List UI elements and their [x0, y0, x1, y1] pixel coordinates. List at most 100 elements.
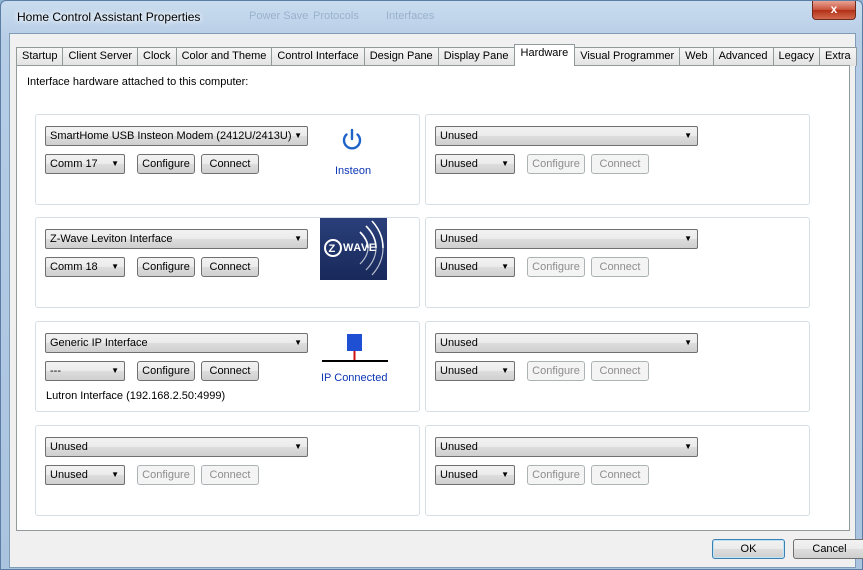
- interface-dropdown[interactable]: SmartHome USB Insteon Modem (2412U/2413U…: [45, 126, 308, 146]
- port-value: Comm 17: [50, 158, 98, 170]
- interface-value: Unused: [440, 337, 478, 349]
- interface-value: SmartHome USB Insteon Modem (2412U/2413U…: [50, 130, 292, 142]
- tab-color-and-theme[interactable]: Color and Theme: [175, 47, 273, 66]
- chevron-down-icon: ▼: [684, 234, 692, 243]
- hardware-slot: SmartHome USB Insteon Modem (2412U/2413U…: [35, 114, 420, 205]
- port-value: Unused: [440, 261, 478, 273]
- tab-clock[interactable]: Clock: [137, 47, 177, 66]
- interface-value: Z-Wave Leviton Interface: [50, 233, 173, 245]
- chevron-down-icon: ▼: [501, 470, 509, 479]
- hardware-tab-panel: Interface hardware attached to this comp…: [16, 65, 850, 531]
- dialog-client-area: Startup Client Server Clock Color and Theme…: [9, 33, 863, 568]
- interface-value: Unused: [440, 130, 478, 142]
- window-title: Home Control Assistant Properties: [17, 10, 201, 24]
- connect-button[interactable]: Connect: [201, 361, 259, 381]
- close-button[interactable]: x: [812, 1, 856, 20]
- connect-button[interactable]: Connect: [591, 361, 649, 381]
- hardware-slot: Z-Wave Leviton Interface ▼ Comm 18 ▼ Con…: [35, 217, 420, 308]
- insteon-label: Insteon: [335, 165, 372, 177]
- port-dropdown[interactable]: --- ▼: [45, 361, 125, 381]
- power-icon: [342, 128, 362, 150]
- port-value: Unused: [440, 158, 478, 170]
- configure-button[interactable]: Configure: [527, 361, 585, 381]
- configure-button[interactable]: Configure: [527, 257, 585, 277]
- interface-dropdown[interactable]: Generic IP Interface ▼: [45, 333, 308, 353]
- port-value: Comm 18: [50, 261, 98, 273]
- port-dropdown[interactable]: Unused ▼: [435, 465, 515, 485]
- port-dropdown[interactable]: Comm 18 ▼: [45, 257, 125, 277]
- port-dropdown[interactable]: Unused ▼: [435, 154, 515, 174]
- port-value: Unused: [50, 469, 88, 481]
- tab-visual-programmer[interactable]: Visual Programmer: [574, 47, 681, 66]
- chevron-down-icon: ▼: [111, 262, 119, 271]
- port-dropdown[interactable]: Unused ▼: [435, 257, 515, 277]
- connect-button[interactable]: Connect: [591, 465, 649, 485]
- intro-text: Interface hardware attached to this comp…: [27, 76, 249, 88]
- close-icon: x: [830, 2, 838, 16]
- connect-button[interactable]: Connect: [201, 465, 259, 485]
- tab-startup[interactable]: Startup: [16, 47, 64, 66]
- connect-button[interactable]: Connect: [201, 257, 259, 277]
- configure-button[interactable]: Configure: [137, 154, 195, 174]
- interface-dropdown[interactable]: Unused ▼: [435, 229, 698, 249]
- tab-design-pane[interactable]: Design Pane: [363, 47, 439, 66]
- interface-dropdown[interactable]: Z-Wave Leviton Interface ▼: [45, 229, 308, 249]
- configure-button[interactable]: Configure: [527, 154, 585, 174]
- configure-button[interactable]: Configure: [137, 361, 195, 381]
- configure-button[interactable]: Configure: [137, 257, 195, 277]
- chevron-down-icon: ▼: [684, 131, 692, 140]
- cancel-button[interactable]: Cancel: [793, 539, 863, 559]
- connect-button[interactable]: Connect: [591, 154, 649, 174]
- interface-value: Unused: [50, 441, 88, 453]
- ok-button[interactable]: OK: [712, 539, 785, 559]
- hardware-slot: Unused ▼ Unused ▼ Configure Connect: [425, 321, 810, 412]
- interface-dropdown[interactable]: Unused ▼: [435, 126, 698, 146]
- port-value: Unused: [440, 365, 478, 377]
- title-bar[interactable]: Home Control Assistant Properties Power …: [1, 1, 862, 33]
- hardware-slot: Unused ▼ Unused ▼ Configure Connect: [35, 425, 420, 516]
- interface-dropdown[interactable]: Unused ▼: [45, 437, 308, 457]
- zwave-logo-text: WAVE: [343, 242, 377, 254]
- chevron-down-icon: ▼: [501, 159, 509, 168]
- connect-button[interactable]: Connect: [201, 154, 259, 174]
- port-dropdown[interactable]: Unused ▼: [45, 465, 125, 485]
- port-dropdown[interactable]: Unused ▼: [435, 361, 515, 381]
- network-icon: [322, 334, 388, 362]
- properties-window: Home Control Assistant Properties Power …: [0, 0, 863, 570]
- hardware-slot: Generic IP Interface ▼ --- ▼ Configure C…: [35, 321, 420, 412]
- svg-text:Z: Z: [329, 243, 336, 255]
- chevron-down-icon: ▼: [684, 442, 692, 451]
- interface-dropdown[interactable]: Unused ▼: [435, 333, 698, 353]
- tab-display-pane[interactable]: Display Pane: [437, 47, 515, 66]
- hardware-slot: Unused ▼ Unused ▼ Configure Connect: [425, 425, 810, 516]
- chevron-down-icon: ▼: [501, 366, 509, 375]
- chevron-down-icon: ▼: [111, 366, 119, 375]
- tab-strip: Startup Client Server Clock Color and Theme…: [16, 44, 857, 66]
- interface-dropdown[interactable]: Unused ▼: [435, 437, 698, 457]
- chevron-down-icon: ▼: [294, 131, 302, 140]
- chevron-down-icon: ▼: [111, 159, 119, 168]
- interface-value: Unused: [440, 441, 478, 453]
- configure-button[interactable]: Configure: [527, 465, 585, 485]
- tab-hardware[interactable]: Hardware: [513, 44, 576, 66]
- tab-legacy[interactable]: Legacy: [772, 47, 820, 66]
- title-ghost-text: Interfaces: [386, 10, 435, 22]
- tab-web[interactable]: Web: [679, 47, 714, 66]
- connect-button[interactable]: Connect: [591, 257, 649, 277]
- port-dropdown[interactable]: Comm 17 ▼: [45, 154, 125, 174]
- tab-extra[interactable]: Extra: [819, 47, 857, 66]
- tab-control-interface[interactable]: Control Interface: [271, 47, 365, 66]
- configure-button[interactable]: Configure: [137, 465, 195, 485]
- tab-advanced[interactable]: Advanced: [712, 47, 774, 66]
- connection-note: Lutron Interface (192.168.2.50:4999): [46, 390, 226, 402]
- tab-client-server[interactable]: Client Server: [62, 47, 139, 66]
- title-ghost-text: Protocols: [313, 10, 359, 22]
- chevron-down-icon: ▼: [111, 470, 119, 479]
- port-value: ---: [50, 365, 61, 377]
- chevron-down-icon: ▼: [501, 262, 509, 271]
- hardware-slot: Unused ▼ Unused ▼ Configure Connect: [425, 217, 810, 308]
- hardware-slot: Unused ▼ Unused ▼ Configure Connect: [425, 114, 810, 205]
- ip-connected-label: IP Connected: [321, 372, 388, 384]
- port-value: Unused: [440, 469, 478, 481]
- interface-value: Generic IP Interface: [50, 337, 148, 349]
